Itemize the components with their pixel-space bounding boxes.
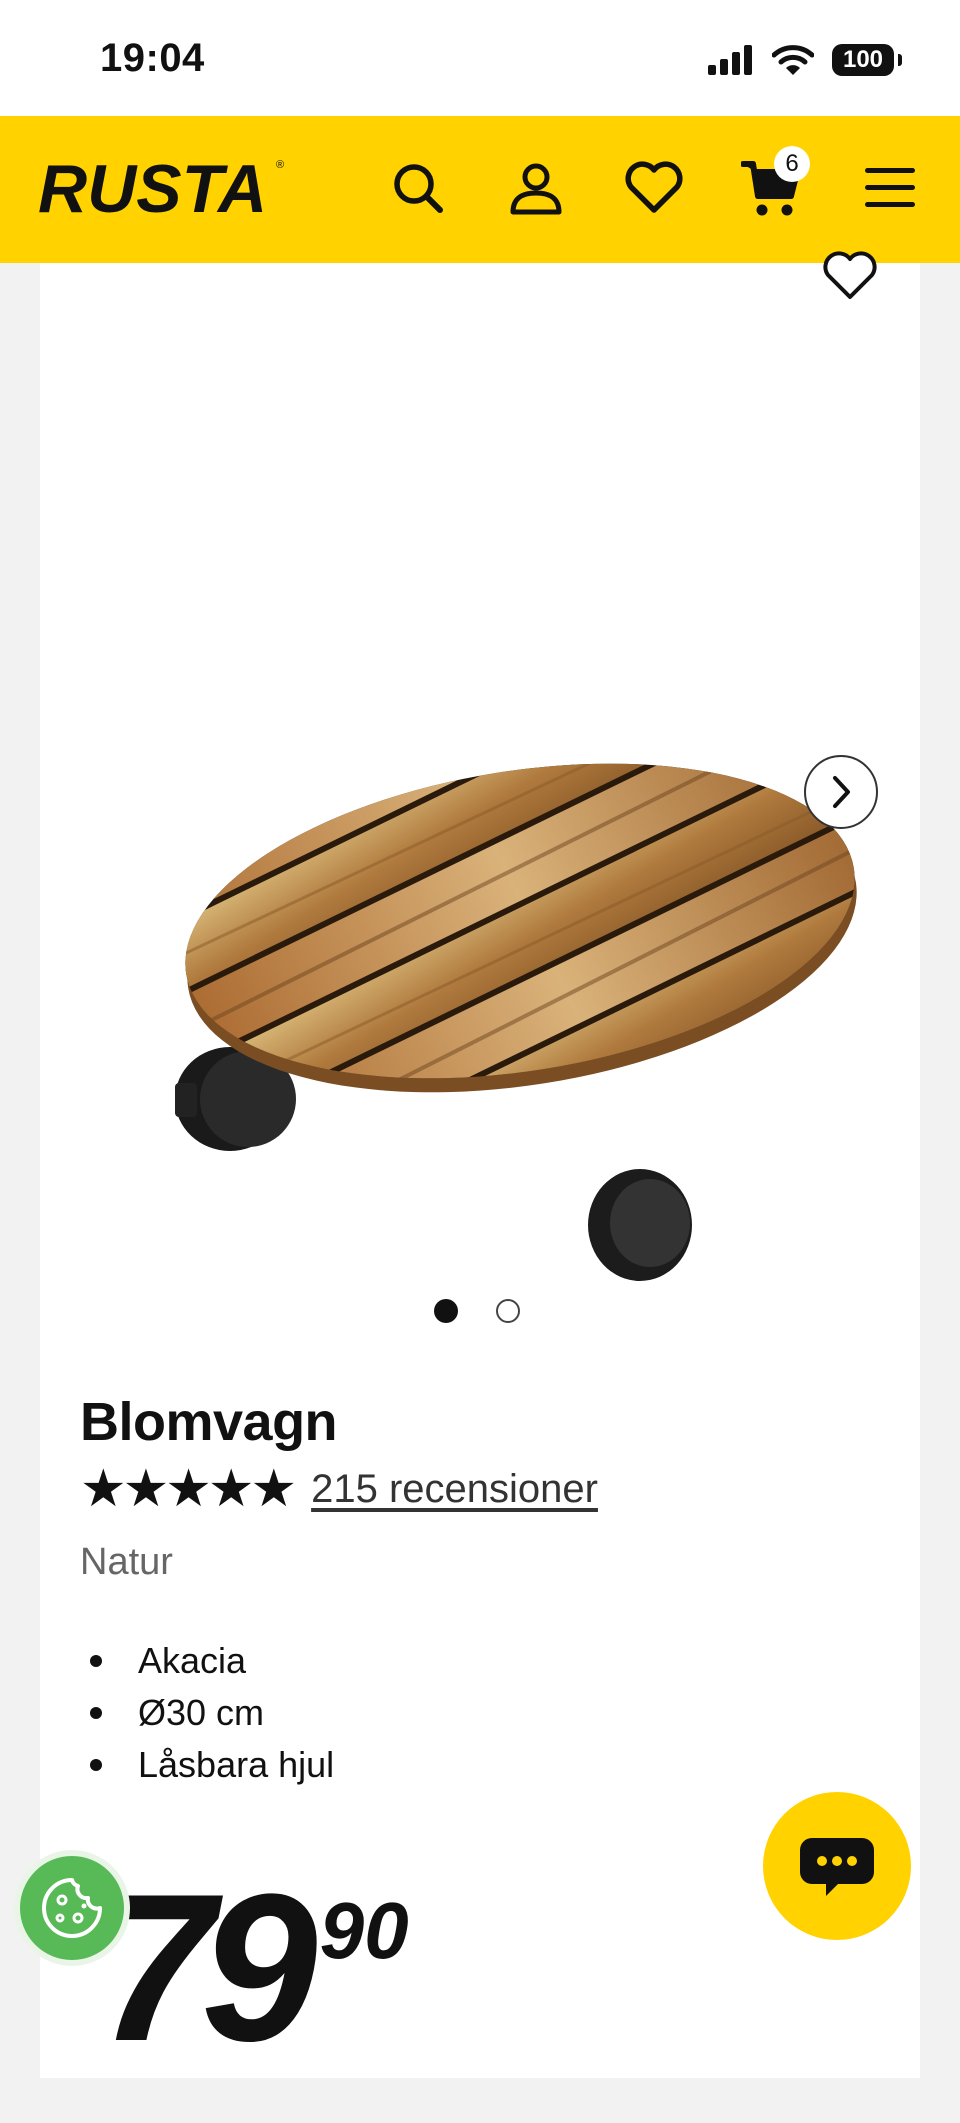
feature-text: Ø30 cm [138,1692,265,1733]
feature-text: Låsbara hjul [138,1744,335,1785]
cart-button[interactable]: 6 [740,146,810,220]
site-header: RUSTA ® 6 [0,116,960,263]
product-favorite-button[interactable] [820,251,880,311]
battery-icon: 100 [832,44,894,76]
cart-count-badge: 6 [774,146,810,182]
heart-icon [625,161,683,213]
price-decimals: 90 [319,1886,409,1975]
favorites-button[interactable] [622,156,686,220]
rating-stars: ★★★★★ [80,1460,297,1518]
gallery-next-button[interactable] [804,755,878,829]
chat-button[interactable] [763,1792,911,1940]
menu-icon [865,168,915,207]
feature-item: Akacia [80,1635,334,1687]
bullet [90,1759,102,1771]
reviews-link[interactable]: 215 recensioner [311,1467,598,1512]
menu-button[interactable] [858,156,922,220]
product-card: Blomvagn ★★★★★ 215 recensioner Natur Aka… [40,251,920,2078]
price-main: 79 [98,1850,318,2085]
cookie-settings-button[interactable] [14,1850,130,1966]
feature-item: Ø30 cm [80,1687,334,1739]
feature-item: Låsbara hjul [80,1739,334,1791]
product-image[interactable] [120,523,910,1303]
account-button[interactable] [504,156,568,220]
bullet [90,1707,102,1719]
product-features: Akacia Ø30 cm Låsbara hjul [80,1635,334,1791]
user-icon [510,163,562,215]
chat-icon [800,1838,874,1896]
heart-icon [823,251,877,299]
svg-text:®: ® [276,159,284,171]
signal-icon [708,45,752,75]
bullet [90,1655,102,1667]
status-icons: 100 [708,44,902,76]
battery-level: 100 [842,46,884,73]
gallery-dot-2[interactable] [496,1299,520,1323]
product-title: Blomvagn [80,1392,338,1452]
gallery-dot-1[interactable] [434,1299,458,1323]
status-bar: 19:04 100 [0,0,960,116]
chevron-right-icon [833,776,850,808]
logo-text: RUSTA [38,154,267,224]
wifi-icon [772,45,814,75]
search-button[interactable] [386,156,450,220]
product-variant: Natur [80,1541,173,1583]
search-icon [394,164,443,213]
product-rating: ★★★★★ 215 recensioner [80,1463,598,1515]
feature-text: Akacia [138,1640,247,1681]
gallery-pagination [434,1299,520,1323]
rusta-logo[interactable]: RUSTA ® [38,151,288,229]
cookie-icon [42,1878,102,1938]
status-time: 19:04 [100,36,205,80]
battery-tip [898,54,902,66]
product-price: 79 90 [98,1863,409,2123]
